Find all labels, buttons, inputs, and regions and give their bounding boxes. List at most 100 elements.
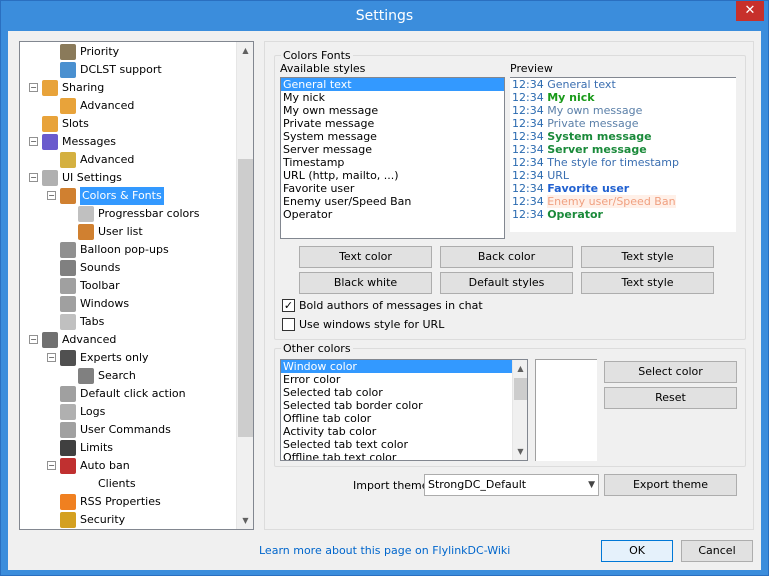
tree-item[interactable]: Limits — [60, 439, 113, 457]
scroll-thumb[interactable] — [514, 378, 527, 400]
tree-item[interactable]: Auto ban — [60, 457, 130, 475]
other-color-item[interactable]: Offline tab text color — [281, 451, 512, 460]
ok-button[interactable]: OK — [601, 540, 673, 562]
tree-item[interactable]: Windows — [60, 295, 129, 313]
tree-item[interactable]: Security — [60, 511, 125, 529]
scroll-thumb[interactable] — [238, 159, 253, 437]
scroll-down-arrow-icon[interactable]: ▼ — [237, 512, 253, 529]
style-list-item[interactable]: Private message — [281, 117, 504, 130]
tree-item-label: DCLST support — [80, 63, 162, 76]
style-list-item[interactable]: Server message — [281, 143, 504, 156]
tree-item[interactable]: Advanced — [60, 97, 134, 115]
preview-text: Enemy user/Speed Ban — [547, 195, 676, 208]
bold-authors-checkbox[interactable]: ✓ Bold authors of messages in chat — [282, 299, 483, 312]
other-color-item[interactable]: Selected tab text color — [281, 438, 512, 451]
tree-item[interactable]: Tabs — [60, 313, 104, 331]
import-theme-select[interactable]: StrongDC_Default ▼ — [424, 474, 599, 496]
tree-item[interactable]: Advanced — [60, 151, 134, 169]
windows-style-url-checkbox[interactable]: Use windows style for URL — [282, 318, 444, 331]
scroll-up-arrow-icon[interactable]: ▲ — [513, 360, 527, 377]
select-color-button[interactable]: Select color — [604, 361, 737, 383]
preview-line: 12:34 The style for timestamp — [510, 156, 736, 169]
style-list-item[interactable]: Operator — [281, 208, 504, 221]
auto-ban-icon — [60, 458, 76, 474]
tree-item[interactable]: Sharing — [42, 79, 104, 97]
tree-item[interactable]: Messages — [42, 133, 116, 151]
preview-time: 12:34 — [512, 143, 544, 156]
tree-item[interactable]: Logs — [60, 403, 105, 421]
tree-item[interactable]: Sounds — [60, 259, 120, 277]
style-list-item[interactable]: My own message — [281, 104, 504, 117]
tree-item[interactable]: Experts only — [60, 349, 149, 367]
priority-icon — [60, 44, 76, 60]
preview-line: 12:34 My nick — [510, 91, 736, 104]
dclst-icon — [60, 62, 76, 78]
other-color-item[interactable]: Window color — [281, 360, 512, 373]
tree-item-label: User Commands — [80, 423, 171, 436]
checkbox-unchecked-icon[interactable] — [282, 318, 295, 331]
other-color-item[interactable]: Error color — [281, 373, 512, 386]
tree-item[interactable]: RSS Properties — [60, 493, 161, 511]
collapse-icon[interactable]: − — [47, 461, 56, 470]
export-theme-button[interactable]: Export theme — [604, 474, 737, 496]
tree-item-label: Advanced — [62, 333, 117, 346]
preview-line: 12:34 Operator — [510, 208, 736, 221]
tools-icon — [42, 332, 58, 348]
scroll-up-arrow-icon[interactable]: ▲ — [237, 42, 253, 59]
tree-item[interactable]: User list — [78, 223, 143, 241]
collapse-icon[interactable]: − — [47, 191, 56, 200]
style-list-item[interactable]: General text — [281, 78, 504, 91]
user-commands-icon — [60, 422, 76, 438]
tree-item[interactable]: Search — [78, 367, 136, 385]
black-white-button[interactable]: Black white — [299, 272, 432, 294]
tree-item-label: Logs — [80, 405, 106, 418]
tree-item-label: User list — [98, 225, 143, 238]
tree-item[interactable]: Priority — [60, 43, 119, 61]
tree-item[interactable]: User Commands — [60, 421, 171, 439]
tree-item[interactable]: DCLST support — [60, 61, 162, 79]
text-style-button[interactable]: Text style — [581, 246, 714, 268]
tree-item[interactable]: UI Settings — [42, 169, 122, 187]
collapse-icon[interactable]: − — [29, 83, 38, 92]
mouse-icon — [60, 386, 76, 402]
tree-scrollbar[interactable]: ▲ ▼ — [236, 42, 253, 529]
style-list-item[interactable]: URL (http, mailto, ...) — [281, 169, 504, 182]
back-color-button[interactable]: Back color — [440, 246, 573, 268]
other-color-item[interactable]: Selected tab color — [281, 386, 512, 399]
tree-item[interactable]: Balloon pop-ups — [60, 241, 169, 259]
collapse-icon[interactable]: − — [29, 137, 38, 146]
other-color-item[interactable]: Offline tab color — [281, 412, 512, 425]
chevron-down-icon: ▼ — [588, 480, 595, 490]
default-styles-button[interactable]: Default styles — [440, 272, 573, 294]
tree-item[interactable]: Clients — [78, 475, 136, 493]
collapse-icon[interactable]: − — [29, 173, 38, 182]
other-color-item[interactable]: Activity tab color — [281, 425, 512, 438]
text-color-button[interactable]: Text color — [299, 246, 432, 268]
available-styles-list[interactable]: General text My nick My own message Private… — [280, 77, 505, 239]
tree-item[interactable]: Progressbar colors — [78, 205, 200, 223]
style-list-item[interactable]: Enemy user/Speed Ban — [281, 195, 504, 208]
style-list-item[interactable]: Favorite user — [281, 182, 504, 195]
preview-time: 12:34 — [512, 156, 544, 169]
reset-button[interactable]: Reset — [604, 387, 737, 409]
style-list-item[interactable]: System message — [281, 130, 504, 143]
scroll-down-arrow-icon[interactable]: ▼ — [513, 443, 527, 460]
tree-item[interactable]: Toolbar — [60, 277, 120, 295]
tree-item[interactable]: Advanced — [42, 331, 116, 349]
checkbox-checked-icon[interactable]: ✓ — [282, 299, 295, 312]
collapse-icon[interactable]: − — [47, 353, 56, 362]
other-colors-scrollbar[interactable]: ▲ ▼ — [512, 360, 527, 460]
close-button[interactable]: ✕ — [736, 1, 764, 21]
collapse-icon[interactable]: − — [29, 335, 38, 344]
tree-item[interactable]: Slots — [42, 115, 89, 133]
style-list-item[interactable]: Timestamp — [281, 156, 504, 169]
tree-item[interactable]: Colors & Fonts — [60, 187, 164, 205]
other-color-item[interactable]: Selected tab border color — [281, 399, 512, 412]
tree-item[interactable]: Default click action — [60, 385, 186, 403]
settings-tree[interactable]: ▲ ▼ Priority DCLST support Sharing − Advance… — [19, 41, 254, 530]
text-style-button-2[interactable]: Text style — [581, 272, 714, 294]
wiki-link[interactable]: Learn more about this page on FlylinkDC-… — [259, 544, 510, 557]
other-colors-list[interactable]: ▲ ▼ Window color Error color Selected tab … — [280, 359, 528, 461]
style-list-item[interactable]: My nick — [281, 91, 504, 104]
cancel-button[interactable]: Cancel — [681, 540, 753, 562]
